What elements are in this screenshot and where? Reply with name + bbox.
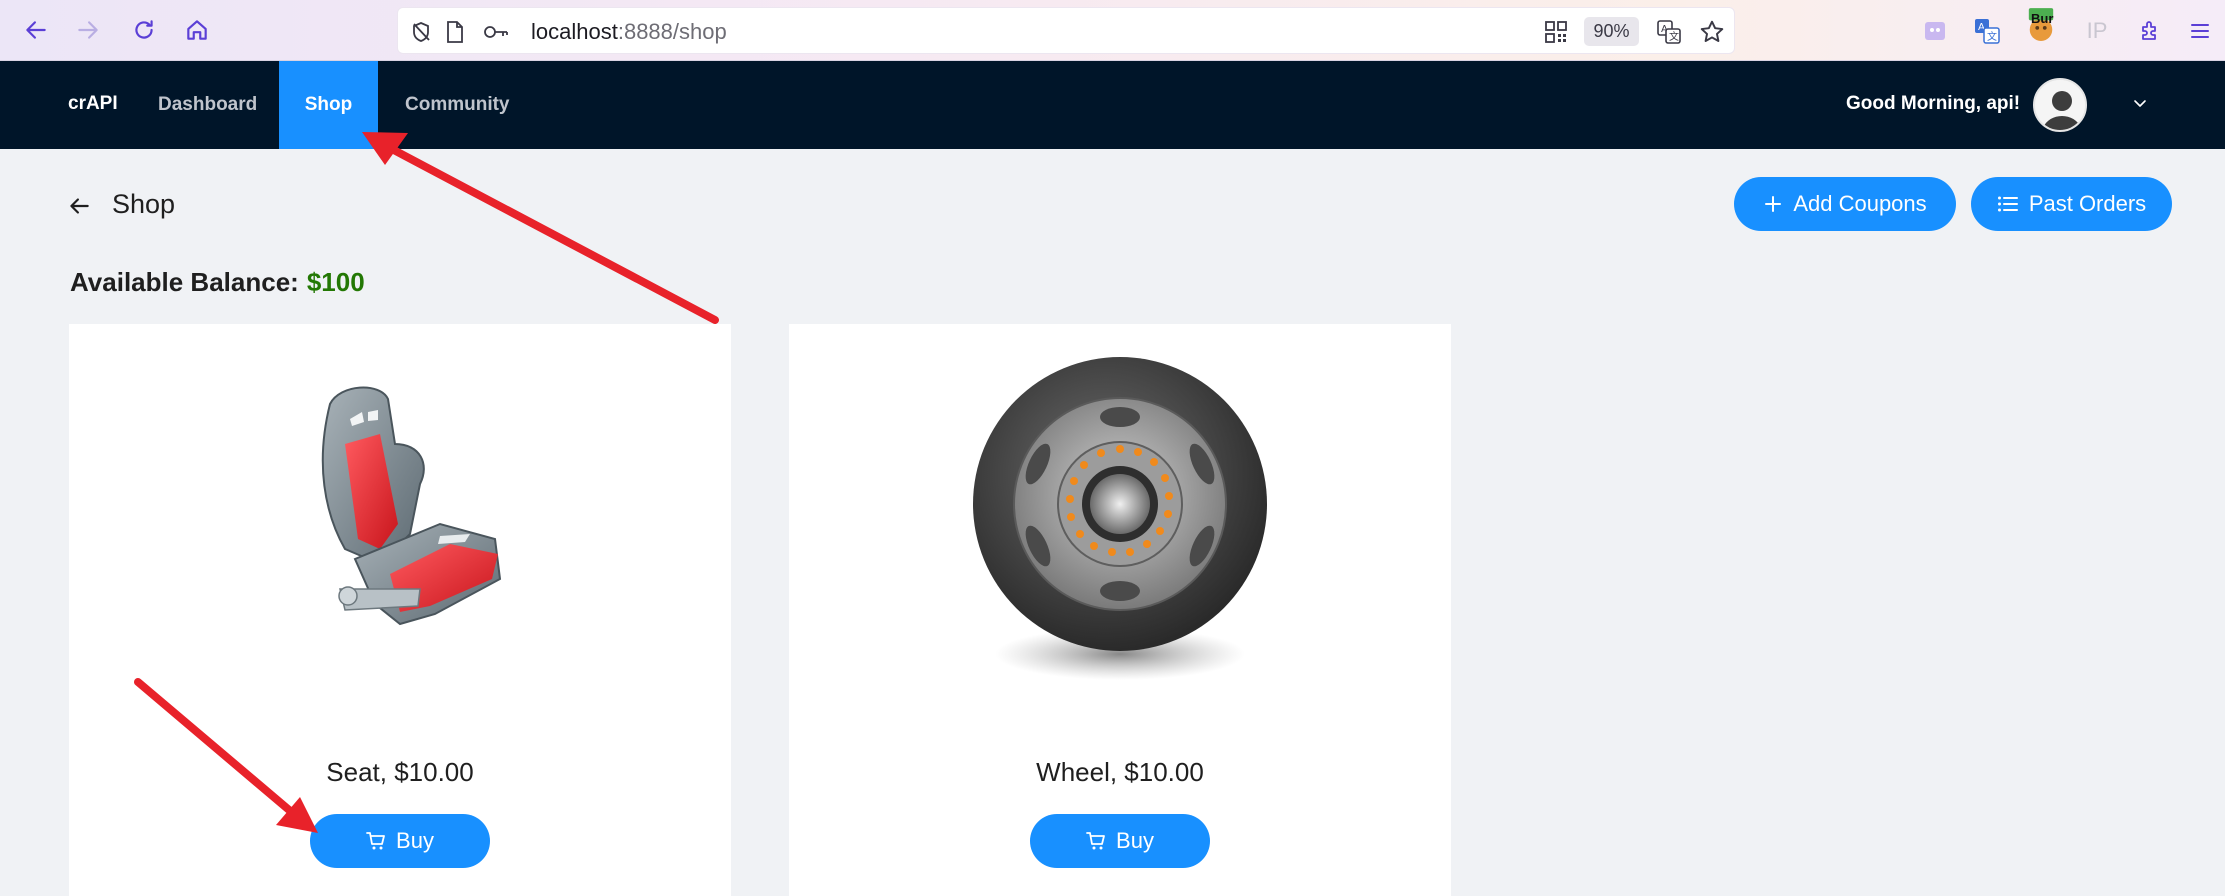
browser-menu-icon[interactable] (2185, 16, 2215, 46)
avatar[interactable] (2033, 78, 2087, 132)
wheel-icon (973, 357, 1267, 680)
zoom-level-badge[interactable]: 90% (1584, 17, 1639, 46)
extension-burp-label: Bur (2031, 11, 2054, 26)
buy-seat-label: Buy (396, 828, 434, 853)
url-host: localhost (531, 19, 618, 44)
add-coupons-button[interactable]: Add Coupons (1734, 177, 1956, 231)
buy-wheel-button[interactable]: Buy (1030, 814, 1210, 868)
reload-button[interactable] (128, 14, 160, 46)
nav-item-dashboard[interactable]: Dashboard (158, 61, 257, 149)
extension-burp-icon[interactable]: Bur (2026, 8, 2056, 41)
balance-label: Available Balance: (70, 267, 299, 297)
past-orders-label: Past Orders (2028, 191, 2147, 216)
list-icon (1997, 196, 2018, 212)
back-button[interactable] (20, 14, 52, 46)
shopping-cart-icon (1086, 832, 1105, 850)
home-button[interactable] (181, 14, 213, 46)
nav-item-community[interactable]: Community (405, 61, 510, 149)
address-bar[interactable]: localhost:8888/shop 90% A文 (397, 7, 1735, 54)
extensions-puzzle-icon[interactable] (2136, 16, 2166, 46)
greeting-text: Good Morning, api! (1846, 93, 2021, 114)
translate-icon[interactable]: A文 (1656, 19, 1682, 45)
forward-arrow-icon (78, 21, 98, 39)
browser-toolbar: localhost:8888/shop 90% A文 A文 Bur IP (0, 0, 2225, 61)
extension-translate-icon[interactable]: A文 (1972, 16, 2002, 46)
product-image-seat (69, 354, 731, 684)
extension-reader-icon[interactable] (1920, 16, 1950, 46)
home-icon (187, 20, 207, 40)
product-card-seat: Seat, $10.00 Buy (69, 324, 731, 896)
tracking-shield-icon[interactable] (408, 19, 434, 45)
qr-code-icon[interactable] (1543, 19, 1569, 45)
add-coupons-label: Add Coupons (1793, 191, 1927, 216)
page-info-icon[interactable] (442, 19, 468, 45)
buy-wheel-label: Buy (1116, 828, 1154, 853)
brand-logo[interactable]: crAPI (68, 93, 118, 115)
forward-button[interactable] (72, 14, 104, 46)
buy-seat-button[interactable]: Buy (310, 814, 490, 868)
url-path: :8888/shop (617, 19, 727, 44)
user-avatar-icon (2035, 80, 2085, 130)
product-image-wheel (789, 354, 1451, 684)
extension-ip-label: IP (2086, 18, 2108, 43)
page-title: Shop (112, 189, 176, 219)
product-label-seat: Seat, $10.00 (326, 757, 474, 787)
available-balance: Available Balance: $100 (70, 267, 365, 298)
back-arrow-icon (26, 21, 46, 39)
product-card-wheel: Wheel, $10.00 Buy (789, 324, 1451, 896)
svg-text:文: 文 (1987, 30, 1997, 43)
balance-amount: $100 (306, 267, 365, 297)
plus-icon (1765, 196, 1782, 212)
shopping-cart-icon (366, 832, 385, 850)
reload-icon (135, 20, 153, 39)
user-menu-chevron-down-icon[interactable] (2128, 91, 2152, 115)
product-label-wheel: Wheel, $10.00 (1036, 757, 1204, 787)
car-seat-icon (321, 386, 502, 626)
extension-ip-icon[interactable]: IP (2082, 16, 2112, 46)
bookmark-star-icon[interactable] (1699, 19, 1725, 45)
annotation-arrow-to-shop-tab (362, 132, 719, 324)
back-arrow-icon[interactable] (66, 193, 92, 219)
url-text[interactable]: localhost:8888/shop (531, 19, 727, 45)
svg-text:文: 文 (1669, 30, 1679, 43)
past-orders-button[interactable]: Past Orders (1971, 177, 2172, 231)
app-navbar: crAPI Dashboard Shop Community Good Morn… (0, 61, 2225, 149)
nav-item-shop[interactable]: Shop (279, 61, 378, 149)
key-icon[interactable] (483, 19, 509, 45)
